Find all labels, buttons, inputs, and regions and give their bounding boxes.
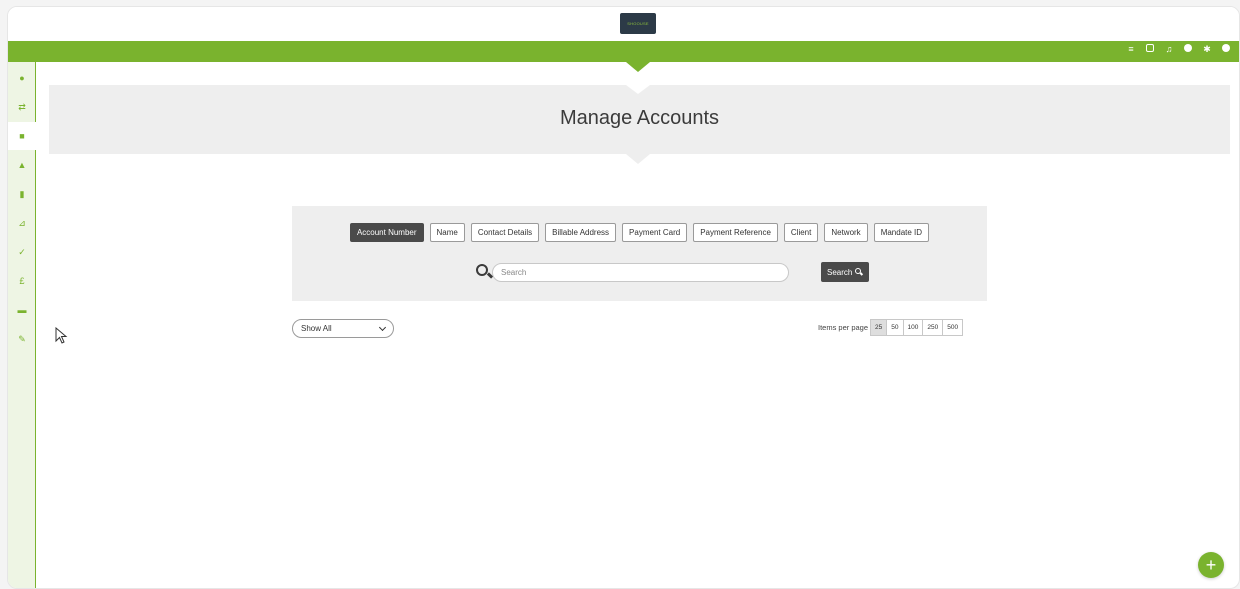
document-icon: ▮: [19, 188, 25, 199]
sidebar-item-transfers[interactable]: ⇄: [8, 93, 36, 121]
items-per-page-label: Items per page: [818, 323, 869, 332]
filter-payment-reference[interactable]: Payment Reference: [693, 223, 778, 242]
mail-icon: ▬: [17, 304, 27, 315]
search-row: Search: [292, 262, 987, 282]
sidebar-item-messages[interactable]: ▬: [8, 296, 36, 324]
items-per-page-100[interactable]: 100: [902, 319, 924, 336]
search-icon: [474, 262, 494, 282]
note-icon[interactable]: [1145, 44, 1155, 54]
filter-payment-card[interactable]: Payment Card: [622, 223, 688, 242]
archive-icon: ■: [19, 130, 25, 141]
wrench-icon: ✎: [18, 333, 26, 344]
header-notch-bottom: [626, 154, 650, 164]
items-per-page-250[interactable]: 250: [922, 319, 944, 336]
items-per-page: Items per page 25 50 100 250 500: [818, 319, 964, 336]
brand-logo[interactable]: SHOOUSE: [620, 13, 656, 34]
items-per-page-500[interactable]: 500: [942, 319, 964, 336]
gear-icon[interactable]: ✱: [1202, 44, 1212, 54]
filter-name[interactable]: Name: [429, 223, 465, 242]
page-title: Manage Accounts: [560, 107, 719, 129]
search-input[interactable]: [492, 263, 789, 282]
filter-contact-details[interactable]: Contact Details: [470, 223, 540, 242]
header-notch-top: [626, 85, 650, 94]
help-icon: ●: [19, 72, 25, 83]
nav-arrow-indicator: [626, 62, 650, 72]
top-nav-bar: [8, 41, 1239, 62]
user-icon[interactable]: [1221, 44, 1231, 54]
filter-billable-address[interactable]: Billable Address: [545, 223, 617, 242]
sidebar-item-payments[interactable]: £: [8, 267, 36, 295]
search-button[interactable]: Search: [821, 262, 870, 282]
chevron-down-icon: [378, 323, 387, 331]
search-filter-group: Account Number Name Contact Details Bill…: [292, 223, 987, 242]
sidebar-item-settings[interactable]: ✎: [8, 325, 36, 353]
items-per-page-25[interactable]: 25: [870, 319, 888, 336]
bell-icon[interactable]: ♫: [1164, 44, 1174, 54]
sidebar-item-approvals[interactable]: ✓: [8, 238, 36, 266]
sidebar-item-reports[interactable]: ⊿: [8, 209, 36, 237]
brand-logo-text: SHOOUSE: [627, 21, 649, 26]
info-icon[interactable]: [1183, 44, 1193, 54]
items-per-page-50[interactable]: 50: [886, 319, 904, 336]
app-window: SHOOUSE ≡ ♫ ✱ ● ⇄ ■ ▲ ▮ ⊿ ✓ £ ▬ ✎ Manage…: [7, 6, 1240, 589]
sidebar-item-home[interactable]: ▲: [8, 151, 36, 179]
add-button[interactable]: +: [1198, 552, 1224, 578]
top-icon-group: ≡ ♫ ✱: [1126, 44, 1231, 54]
show-filter-value: Show All: [301, 324, 332, 333]
filter-account-number[interactable]: Account Number: [349, 223, 424, 242]
filter-network[interactable]: Network: [824, 223, 868, 242]
chart-icon: ⊿: [18, 217, 26, 228]
logo-bar: SHOOUSE: [8, 7, 1239, 41]
transfer-icon: ⇄: [18, 101, 26, 112]
search-button-icon: [855, 268, 864, 276]
mouse-cursor: [55, 327, 68, 344]
sidebar: ● ⇄ ■ ▲ ▮ ⊿ ✓ £ ▬ ✎: [8, 62, 36, 588]
sidebar-item-documents[interactable]: ▮: [8, 180, 36, 208]
show-filter-select[interactable]: Show All: [292, 319, 394, 338]
sidebar-item-accounts[interactable]: ■: [8, 122, 36, 150]
filter-client[interactable]: Client: [783, 223, 819, 242]
pound-icon: £: [19, 275, 25, 286]
filter-mandate-id[interactable]: Mandate ID: [873, 223, 930, 242]
search-panel: Account Number Name Contact Details Bill…: [292, 206, 987, 301]
home-icon: ▲: [17, 159, 27, 170]
search-button-label: Search: [827, 267, 853, 277]
list-icon[interactable]: ≡: [1126, 44, 1136, 54]
check-icon: ✓: [18, 246, 26, 257]
sidebar-item-help[interactable]: ●: [8, 64, 36, 92]
